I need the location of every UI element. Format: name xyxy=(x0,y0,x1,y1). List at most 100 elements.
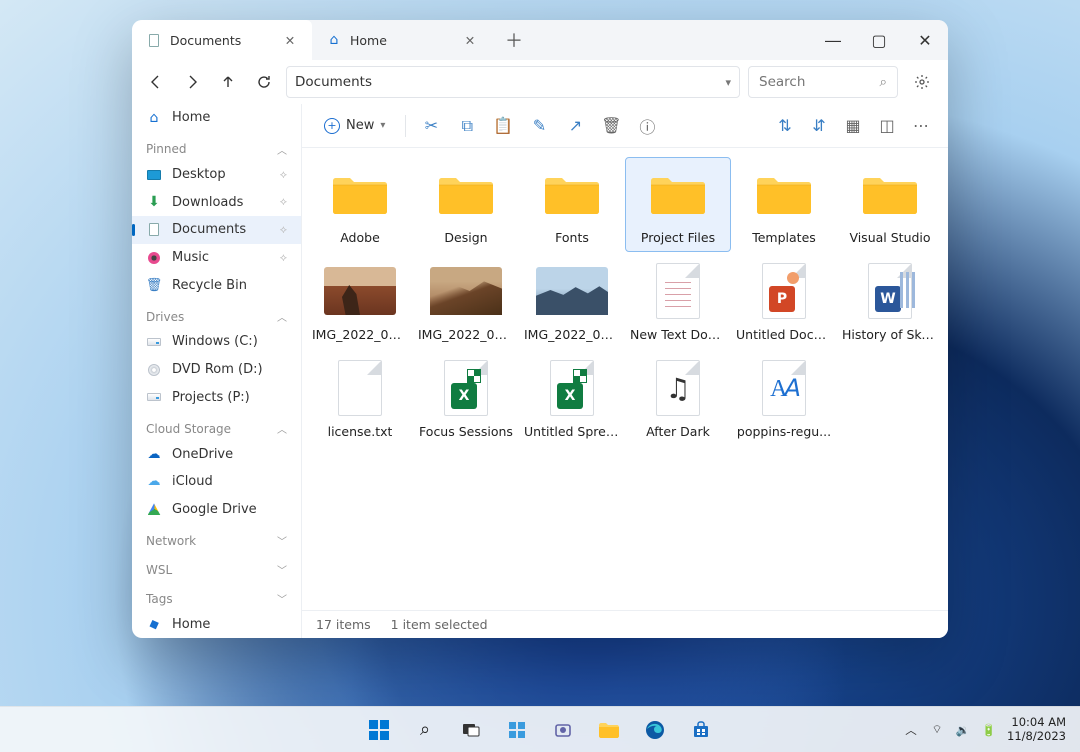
sidebar-item-icloud[interactable]: ☁iCloud xyxy=(132,468,301,496)
share-button[interactable]: ↗ xyxy=(560,111,590,141)
file-icon xyxy=(536,263,608,319)
sidebar-section-tags[interactable]: Tags﹀ xyxy=(132,581,301,610)
chevron-down-icon[interactable]: ▾ xyxy=(725,76,731,89)
file-item[interactable]: XUntitled Spreads... xyxy=(520,352,624,445)
up-button[interactable] xyxy=(214,68,242,96)
layout-button[interactable]: ▦ xyxy=(838,111,868,141)
refresh-button[interactable] xyxy=(250,68,278,96)
file-item[interactable]: Fonts xyxy=(520,158,624,251)
sidebar-item-drive-d[interactable]: DVD Rom (D:) xyxy=(132,356,301,384)
properties-button[interactable]: ⓘ xyxy=(632,111,662,141)
sidebar-item-drive-c[interactable]: Windows (C:) xyxy=(132,328,301,356)
task-view-button[interactable] xyxy=(451,710,491,750)
sidebar-item-music[interactable]: Music⟡ xyxy=(132,244,301,272)
chevron-up-icon: ︿ xyxy=(277,309,287,324)
file-item[interactable]: Project Files xyxy=(626,158,730,251)
minimize-button[interactable]: ― xyxy=(810,20,856,60)
system-tray[interactable]: ︿ ⌔ 🔉 🔋 10:04 AM 11/8/2023 xyxy=(889,716,1080,744)
chevron-down-icon: ﹀ xyxy=(277,562,287,577)
file-label: Focus Sessions xyxy=(419,424,513,439)
sidebar-tag-home[interactable]: ◆Home xyxy=(132,610,301,638)
sidebar-item-recycle-bin[interactable]: 🗑Recycle Bin xyxy=(132,271,301,299)
paste-button[interactable]: 📋 xyxy=(488,111,518,141)
section-title: Drives xyxy=(146,310,184,324)
file-item[interactable]: Design xyxy=(414,158,518,251)
tab-documents[interactable]: Documents ✕ xyxy=(132,20,312,60)
sidebar-home[interactable]: ⌂ Home xyxy=(132,104,301,132)
wifi-icon[interactable]: ⌔ xyxy=(929,722,945,738)
section-title: Network xyxy=(146,534,196,548)
more-button[interactable]: ⋯ xyxy=(906,111,936,141)
sidebar-section-cloud[interactable]: Cloud Storage︿ xyxy=(132,411,301,440)
file-item[interactable]: A𝘈poppins-regu... xyxy=(732,352,836,445)
file-label: license.txt xyxy=(328,424,393,439)
cut-button[interactable]: ✂ xyxy=(416,111,446,141)
file-icon: P xyxy=(748,263,820,319)
file-explorer-taskbar[interactable] xyxy=(589,710,629,750)
sidebar-label: Projects (P:) xyxy=(172,390,250,405)
file-item[interactable]: license.txt xyxy=(308,352,412,445)
sidebar-section-pinned[interactable]: Pinned ︿ xyxy=(132,132,301,161)
details-pane-button[interactable]: ◫ xyxy=(872,111,902,141)
clock[interactable]: 10:04 AM 11/8/2023 xyxy=(1007,716,1066,744)
file-item[interactable]: IMG_2022_06... xyxy=(520,255,624,348)
search-box[interactable]: ⌕ xyxy=(748,66,898,98)
pin-icon[interactable]: ⟡ xyxy=(280,223,287,237)
teams-button[interactable] xyxy=(543,710,583,750)
sidebar-item-drive-p[interactable]: Projects (P:) xyxy=(132,384,301,412)
tab-close-icon[interactable]: ✕ xyxy=(462,32,478,48)
file-item[interactable]: IMG_2022_06... xyxy=(308,255,412,348)
chevron-down-icon: ﹀ xyxy=(277,533,287,548)
sort-button[interactable]: ⇅ xyxy=(770,111,800,141)
edge-button[interactable] xyxy=(635,710,675,750)
chevron-up-icon[interactable]: ︿ xyxy=(903,722,919,738)
settings-button[interactable] xyxy=(906,66,938,98)
file-item[interactable]: New Text Doc... xyxy=(626,255,730,348)
sidebar-item-desktop[interactable]: Desktop⟡ xyxy=(132,161,301,189)
sidebar-section-network[interactable]: Network ﹀ xyxy=(132,523,301,552)
file-item[interactable]: Visual Studio xyxy=(838,158,942,251)
file-item[interactable]: ♫After Dark xyxy=(626,352,730,445)
copy-button[interactable]: ⧉ xyxy=(452,111,482,141)
file-item[interactable]: PUntitled Docum... xyxy=(732,255,836,348)
search-input[interactable] xyxy=(759,74,871,90)
pin-icon[interactable]: ⟡ xyxy=(280,251,287,265)
file-icon xyxy=(642,166,714,222)
file-item[interactable]: XFocus Sessions xyxy=(414,352,518,445)
rename-button[interactable]: ✎ xyxy=(524,111,554,141)
close-window-button[interactable]: ✕ xyxy=(902,20,948,60)
widgets-button[interactable] xyxy=(497,710,537,750)
tab-close-icon[interactable]: ✕ xyxy=(282,32,298,48)
file-grid[interactable]: AdobeDesignFontsProject FilesTemplatesVi… xyxy=(302,148,948,610)
new-button[interactable]: + New ▾ xyxy=(314,111,395,141)
file-item[interactable]: WHistory of Skate... xyxy=(838,255,942,348)
volume-icon[interactable]: 🔉 xyxy=(955,722,971,738)
file-item[interactable]: IMG_2022_06... xyxy=(414,255,518,348)
delete-button[interactable]: 🗑 xyxy=(596,111,626,141)
sidebar-item-documents[interactable]: Documents⟡ xyxy=(132,216,301,244)
separator xyxy=(405,115,406,137)
sidebar-item-downloads[interactable]: ⬇Downloads⟡ xyxy=(132,188,301,216)
back-button[interactable] xyxy=(142,68,170,96)
sidebar-section-wsl[interactable]: WSL﹀ xyxy=(132,552,301,581)
new-tab-button[interactable]: ＋ xyxy=(498,24,530,56)
tab-home[interactable]: ⌂ Home ✕ xyxy=(312,20,492,60)
maximize-button[interactable]: ▢ xyxy=(856,20,902,60)
pin-icon[interactable]: ⟡ xyxy=(280,168,287,182)
search-taskbar-button[interactable]: ⌕ xyxy=(405,710,445,750)
start-button[interactable] xyxy=(359,710,399,750)
sidebar-item-google-drive[interactable]: Google Drive xyxy=(132,496,301,524)
view-button[interactable]: ⇵ xyxy=(804,111,834,141)
file-item[interactable]: Templates xyxy=(732,158,836,251)
address-bar[interactable]: Documents ▾ xyxy=(286,66,740,98)
file-item[interactable]: Adobe xyxy=(308,158,412,251)
forward-button[interactable] xyxy=(178,68,206,96)
store-button[interactable] xyxy=(681,710,721,750)
file-label: New Text Doc... xyxy=(630,327,726,342)
file-icon xyxy=(430,263,502,319)
battery-icon[interactable]: 🔋 xyxy=(981,722,997,738)
pin-icon[interactable]: ⟡ xyxy=(280,195,287,209)
sidebar-section-drives[interactable]: Drives ︿ xyxy=(132,299,301,328)
file-label: IMG_2022_06... xyxy=(312,327,408,342)
sidebar-item-onedrive[interactable]: ☁OneDrive xyxy=(132,440,301,468)
